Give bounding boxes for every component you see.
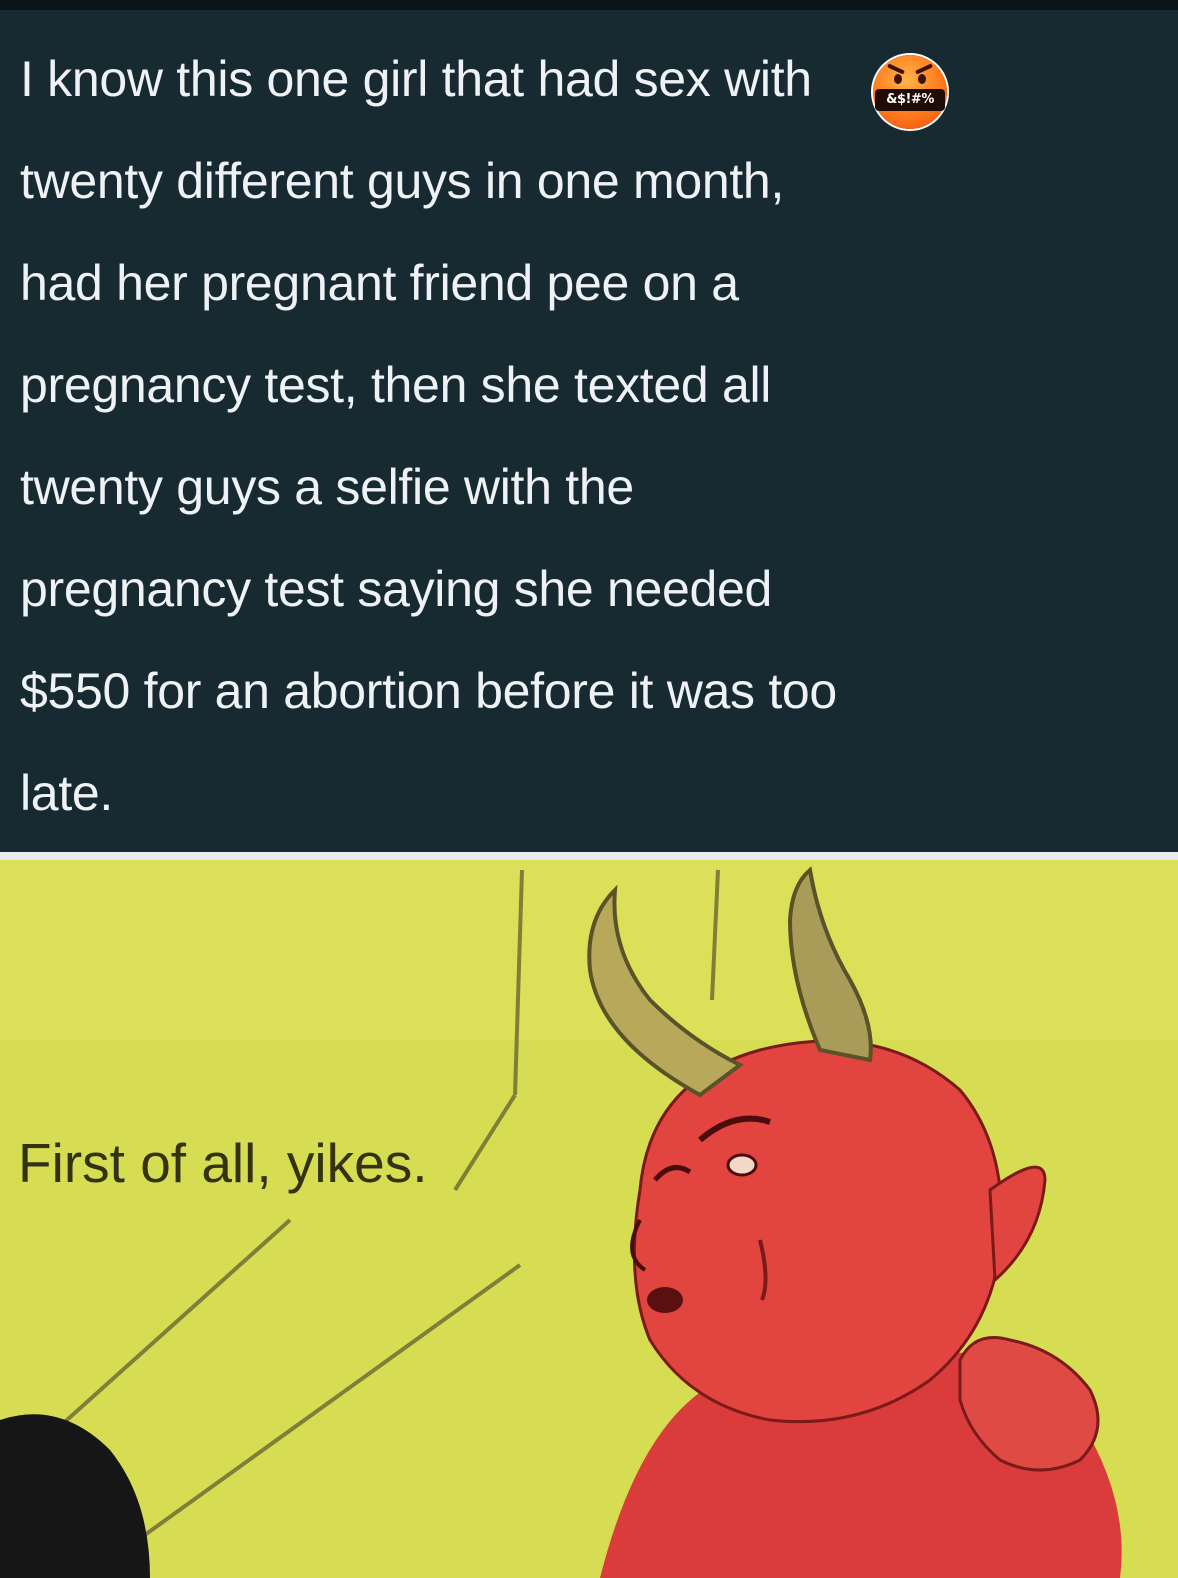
meme-image: I know this one girl that had sex with t… bbox=[0, 0, 1178, 1578]
tweet-line: $550 for an abortion before it was too bbox=[20, 663, 837, 719]
censor-symbols: &$!#% bbox=[886, 92, 934, 107]
devil-eye bbox=[726, 1153, 758, 1177]
devil-illustration bbox=[0, 860, 1178, 1578]
emoji-brow bbox=[914, 63, 934, 75]
emoji-eye bbox=[894, 74, 902, 84]
tweet-line: I know this one girl that had sex with bbox=[20, 51, 812, 107]
top-bar bbox=[0, 0, 1178, 10]
tweet-panel: I know this one girl that had sex with t… bbox=[0, 10, 1178, 860]
cursing-face-emoji-icon: &$!#% bbox=[873, 55, 947, 129]
tweet-line: twenty different guys in one month, bbox=[20, 153, 785, 209]
tweet-line: pregnancy test saying she needed bbox=[20, 561, 773, 617]
emoji-eye bbox=[918, 74, 926, 84]
meme-panel: First of all, yikes. bbox=[0, 860, 1178, 1578]
devil-head bbox=[632, 1039, 1004, 1424]
devil-mouth bbox=[647, 1287, 683, 1313]
tweet-text: I know this one girl that had sex with t… bbox=[20, 28, 1170, 844]
tweet-line: pregnancy test, then she texted all bbox=[20, 357, 772, 413]
tweet-line: had her pregnant friend pee on a bbox=[20, 255, 739, 311]
meme-caption: First of all, yikes. bbox=[18, 1132, 428, 1194]
tweet-line: late. bbox=[20, 765, 114, 821]
emoji-brow bbox=[886, 63, 906, 75]
tweet-line: twenty guys a selfie with the bbox=[20, 459, 634, 515]
divider bbox=[0, 852, 1178, 860]
